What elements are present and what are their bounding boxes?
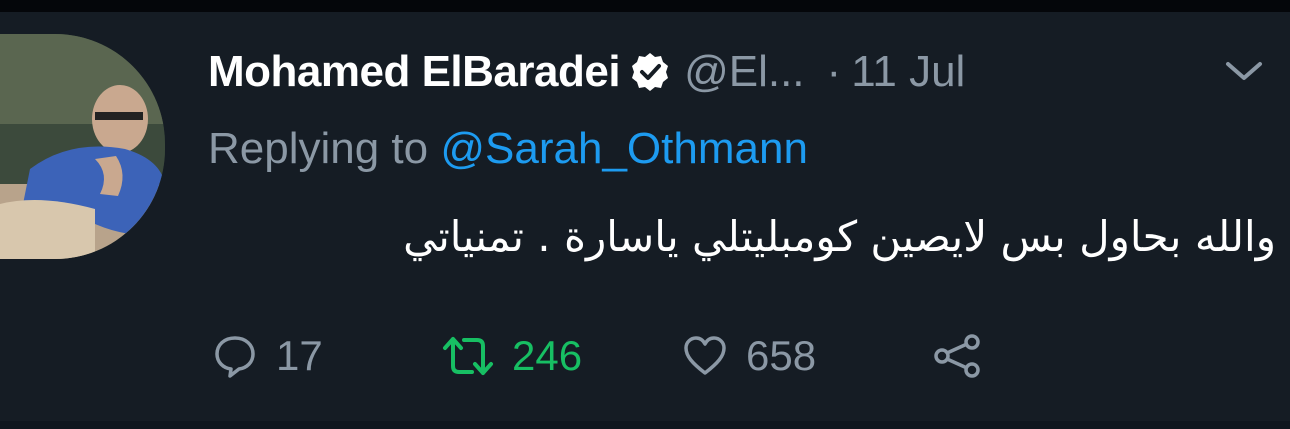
- verified-badge-icon: [630, 52, 670, 92]
- author-name[interactable]: Mohamed ElBaradei: [208, 47, 621, 97]
- bottom-edge-bar: [0, 421, 1290, 429]
- like-button[interactable]: 658: [682, 332, 932, 380]
- retweet-icon: [442, 333, 494, 379]
- tweet-actions: 17 246 658: [212, 324, 982, 388]
- heart-icon: [682, 333, 728, 379]
- reply-count: 17: [276, 332, 323, 379]
- author-handle[interactable]: @El...: [684, 47, 804, 97]
- tweet-text: والله بحاول بس لايصين كومبليتلي ياسارة .…: [403, 212, 1276, 261]
- share-icon: [932, 333, 982, 379]
- retweet-count: 246: [512, 332, 583, 379]
- retweet-button[interactable]: 246: [442, 332, 682, 380]
- avatar[interactable]: [0, 34, 165, 259]
- replying-to-line: Replying to @Sarah_Othmann: [208, 124, 808, 174]
- tweet-date[interactable]: 11 Jul: [851, 47, 965, 97]
- like-count: 658: [746, 332, 817, 379]
- reply-button[interactable]: 17: [212, 332, 442, 380]
- reply-mention-link[interactable]: @Sarah_Othmann: [440, 124, 808, 173]
- tweet-header: Mohamed ElBaradei @El... · 11 Jul: [208, 36, 965, 108]
- separator-dot: ·: [826, 47, 842, 96]
- top-edge-bar: [0, 0, 1290, 12]
- chevron-down-icon[interactable]: [1222, 56, 1266, 86]
- tweet-card[interactable]: Mohamed ElBaradei @El... · 11 Jul Replyi…: [0, 12, 1290, 421]
- comment-bubble-icon: [212, 333, 258, 379]
- replying-to-label: Replying to: [208, 124, 429, 173]
- share-button[interactable]: [932, 333, 982, 379]
